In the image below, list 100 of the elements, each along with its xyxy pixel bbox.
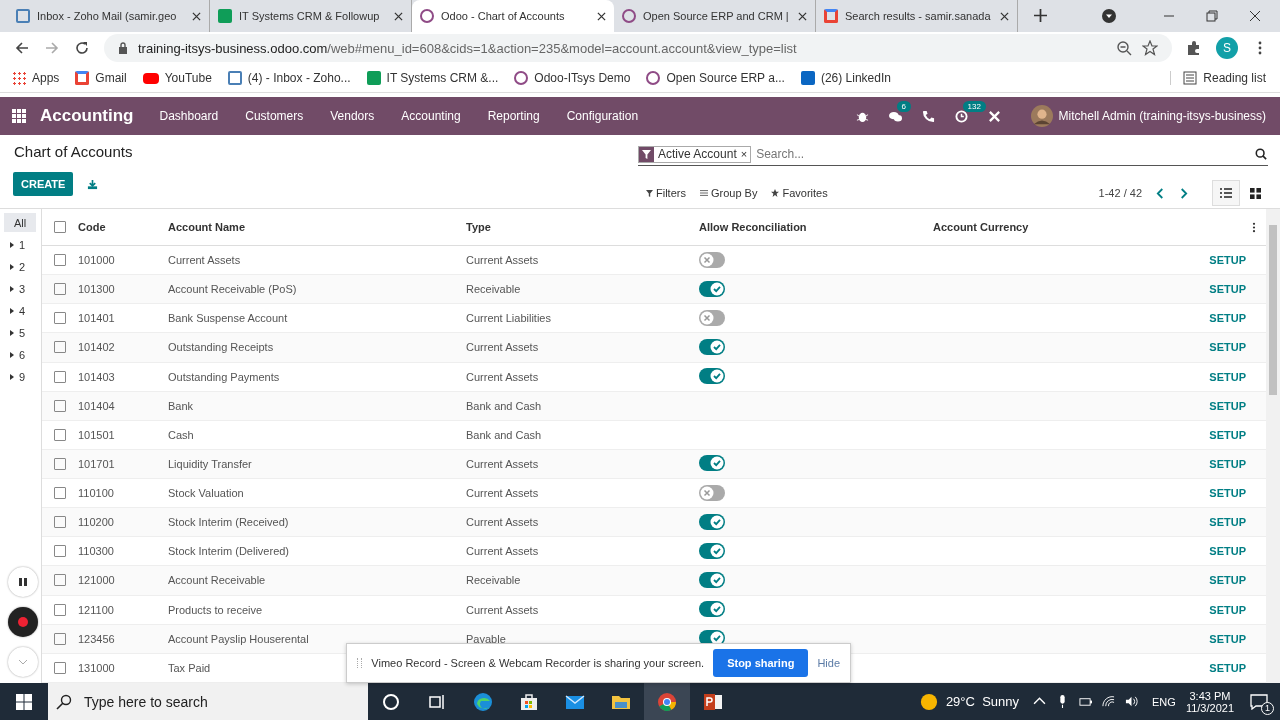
setup-link[interactable]: SETUP — [1186, 370, 1266, 383]
setup-link[interactable]: SETUP — [1186, 312, 1266, 325]
star-icon[interactable] — [1142, 40, 1158, 56]
group-by-button[interactable]: Group By — [699, 187, 758, 199]
next-icon[interactable] — [1179, 187, 1188, 199]
column-header[interactable]: Type — [466, 221, 699, 233]
close-icon[interactable] — [394, 11, 403, 21]
clock-time[interactable]: 3:43 PM — [1189, 689, 1231, 702]
new-tab-icon[interactable] — [1034, 9, 1047, 22]
reading-list-button[interactable]: Reading list — [1170, 71, 1266, 85]
toggle-switch[interactable] — [699, 601, 725, 618]
wifi-icon[interactable] — [1102, 695, 1116, 708]
remove-facet-button[interactable]: × — [740, 148, 751, 160]
menu-item[interactable]: Dashboard — [159, 109, 219, 123]
group-item[interactable]: All — [4, 213, 36, 232]
bookmark[interactable]: YouTube — [142, 71, 212, 85]
checkbox[interactable] — [54, 254, 66, 267]
setup-link[interactable]: SETUP — [1186, 632, 1266, 645]
menu-item[interactable]: Vendors — [330, 109, 375, 123]
previous-icon[interactable] — [1156, 187, 1165, 199]
setup-link[interactable]: SETUP — [1186, 283, 1266, 296]
menu-item[interactable]: Customers — [245, 109, 304, 123]
filter-facet[interactable]: Active Account × — [638, 145, 752, 163]
store-icon[interactable] — [519, 691, 539, 712]
pause-button[interactable] — [8, 567, 38, 597]
column-header[interactable]: Account Name — [168, 221, 466, 233]
powerpoint-icon[interactable] — [703, 691, 723, 712]
language-indicator[interactable]: ENG — [1152, 695, 1176, 708]
bookmark[interactable]: Apps — [12, 71, 60, 85]
setup-link[interactable]: SETUP — [1186, 661, 1266, 674]
group-item[interactable]: 4 — [4, 301, 36, 320]
group-item[interactable]: 9 — [4, 367, 36, 386]
toggle-switch[interactable] — [699, 280, 725, 297]
toggle-switch[interactable] — [699, 542, 725, 559]
setup-link[interactable]: SETUP — [1186, 457, 1266, 470]
setup-link[interactable]: SETUP — [1186, 516, 1266, 529]
toggle-switch[interactable] — [699, 338, 725, 355]
close-icon[interactable] — [597, 11, 606, 21]
checkbox[interactable] — [54, 283, 66, 296]
filters-button[interactable]: Filters — [646, 187, 686, 199]
close-icon[interactable] — [192, 11, 201, 21]
address-field[interactable]: training-itsys-business.odoo.com/web#menu_id=608&cids=1&action=235&model=account.account&view_type=list — [104, 34, 1172, 62]
download-icon[interactable] — [87, 178, 99, 190]
edge-icon[interactable] — [473, 691, 493, 712]
group-item[interactable]: 3 — [4, 279, 36, 298]
notification-icon[interactable] — [1250, 693, 1268, 710]
stop-sharing-button[interactable]: Stop sharing — [713, 649, 809, 677]
create-button[interactable]: CREATE — [13, 172, 74, 196]
menu-item[interactable]: Reporting — [487, 109, 540, 123]
setup-link[interactable]: SETUP — [1186, 487, 1266, 500]
chat-icon[interactable] — [888, 109, 902, 123]
user-menu[interactable]: Mitchell Admin (training-itsys-business) — [1058, 109, 1266, 123]
search-field[interactable]: Active Account × Search... — [638, 143, 1268, 166]
checkbox[interactable] — [54, 341, 66, 354]
checkbox[interactable] — [54, 312, 66, 325]
close-icon[interactable] — [798, 11, 807, 21]
toggle-switch[interactable] — [699, 455, 725, 472]
checkbox[interactable] — [54, 545, 66, 558]
back-icon[interactable] — [14, 40, 30, 56]
speaker-icon[interactable] — [1125, 695, 1139, 708]
checkbox[interactable] — [54, 221, 66, 233]
clock-icon[interactable] — [954, 109, 968, 123]
group-item[interactable]: 1 — [4, 235, 36, 254]
checkbox[interactable] — [54, 661, 66, 674]
apps-grid-icon[interactable] — [12, 109, 26, 123]
browser-tab[interactable]: Odoo - Chart of Accounts — [412, 0, 614, 32]
setup-link[interactable]: SETUP — [1186, 603, 1266, 616]
search-icon[interactable] — [1255, 148, 1267, 160]
user-avatar[interactable] — [1030, 105, 1053, 127]
clock-date[interactable]: 11/3/2021 — [1185, 701, 1234, 714]
favorites-button[interactable]: Favorites — [771, 187, 828, 199]
toggle-switch[interactable] — [699, 513, 725, 530]
column-header[interactable]: Allow Reconciliation — [699, 221, 933, 233]
hide-link[interactable]: Hide — [817, 657, 840, 669]
restore-icon[interactable] — [1206, 10, 1218, 22]
bookmark[interactable]: Open Source ERP a... — [646, 71, 785, 85]
toggle-switch[interactable] — [699, 368, 725, 385]
menu-item[interactable]: Configuration — [566, 109, 639, 123]
setup-link[interactable]: SETUP — [1186, 428, 1266, 441]
column-header[interactable]: Account Currency — [933, 221, 1252, 233]
setup-link[interactable]: SETUP — [1186, 545, 1266, 558]
setup-link[interactable]: SETUP — [1186, 254, 1266, 267]
bookmark[interactable]: Gmail — [75, 71, 127, 85]
tools-icon[interactable] — [987, 109, 1001, 123]
bookmark[interactable]: (4) - Inbox - Zoho... — [227, 71, 351, 85]
reload-icon[interactable] — [74, 40, 90, 56]
group-item[interactable]: 2 — [4, 257, 36, 276]
setup-link[interactable]: SETUP — [1186, 399, 1266, 412]
checkbox[interactable] — [54, 399, 66, 412]
checkbox[interactable] — [54, 516, 66, 529]
battery-icon[interactable] — [1079, 695, 1093, 708]
toggle-switch[interactable] — [699, 571, 725, 588]
close-icon[interactable] — [1249, 10, 1261, 22]
bookmark[interactable]: IT Systems CRM &... — [366, 71, 499, 85]
dropdown-icon[interactable] — [1101, 8, 1117, 24]
column-options-icon[interactable] — [1252, 221, 1256, 233]
record-button[interactable] — [8, 607, 38, 637]
checkbox[interactable] — [54, 574, 66, 587]
checkbox[interactable] — [54, 603, 66, 616]
toggle-switch[interactable] — [699, 251, 725, 268]
